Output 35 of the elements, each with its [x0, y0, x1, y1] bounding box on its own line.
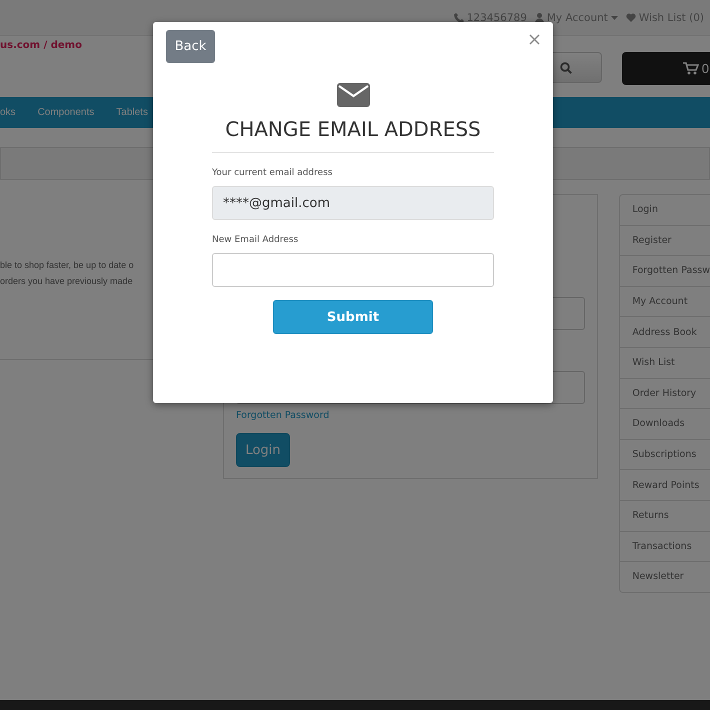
account-menu-item[interactable]: Subscriptions: [620, 440, 710, 470]
caret-icon: [610, 16, 618, 20]
cart-icon: [682, 62, 699, 75]
account-menu-item[interactable]: Forgotten Passw: [620, 256, 710, 287]
field-label: New Email Address: [212, 235, 298, 245]
intro-text: orders you have previously made: [0, 276, 134, 286]
account-menu-item[interactable]: Transactions: [620, 532, 710, 562]
account-menu-item[interactable]: Wish List: [620, 348, 710, 379]
close-button[interactable]: [529, 34, 540, 45]
account-menu-item[interactable]: Address Book: [620, 317, 710, 348]
account-menu-item[interactable]: My Account: [620, 286, 710, 318]
forgotten-password-link[interactable]: Forgotten Password: [236, 410, 586, 421]
email-field[interactable]: [212, 253, 494, 287]
account-menu-item[interactable]: Order History: [620, 378, 710, 410]
phone-icon: [454, 12, 464, 22]
envelope-icon: [336, 83, 370, 107]
modal-title: CHANGE EMAIL ADDRESS: [225, 117, 481, 141]
login-button[interactable]: Login: [236, 433, 290, 467]
account-menu-item[interactable]: Returns: [620, 500, 710, 532]
cart-button[interactable]: 0: [622, 52, 710, 85]
account-menu-item[interactable]: Downloads: [620, 409, 710, 440]
heart-icon: [626, 13, 636, 22]
account-menu-item[interactable]: Reward Points: [620, 470, 710, 501]
account-menu-item[interactable]: Register: [620, 226, 710, 256]
field-label: Your current email address: [212, 168, 332, 178]
submit-button[interactable]: Submit: [273, 300, 433, 334]
nav-link[interactable]: Components: [38, 107, 94, 118]
account-menu-item[interactable]: Newsletter: [620, 562, 710, 592]
nav-link[interactable]: oks: [0, 107, 16, 118]
back-button[interactable]: Back: [166, 30, 215, 63]
nav-link[interactable]: Tablets: [116, 107, 148, 118]
account-menu-item[interactable]: Login: [620, 195, 710, 226]
intro-text: ble to shop faster, be up to date o: [0, 260, 135, 270]
search-icon: [560, 62, 572, 74]
user-icon: [534, 12, 544, 22]
